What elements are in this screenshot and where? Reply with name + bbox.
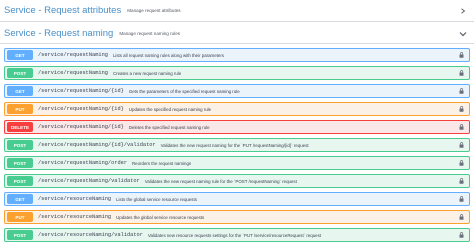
operation-path[interactable]: /service/requestNaming xyxy=(38,70,108,76)
method-badge: POST xyxy=(7,158,33,168)
method-badge: DELETE xyxy=(7,122,33,132)
method-badge: GET xyxy=(7,50,33,60)
operation-summary: Validates the new request naming for the… xyxy=(160,142,309,148)
operation-row[interactable]: POST /service/requestNaming Creates a ne… xyxy=(4,66,470,80)
operation-row[interactable]: GET /service/requestNaming/{id} Gets the… xyxy=(4,84,470,98)
operation-summary: Updates the global service resource requ… xyxy=(116,214,205,220)
operation-row[interactable]: GET /service/requestNaming Lists all req… xyxy=(4,48,470,62)
lock-icon[interactable] xyxy=(459,142,464,148)
operation-summary: Deletes the specified request naming rul… xyxy=(128,124,210,130)
method-badge: POST xyxy=(7,230,33,240)
operation-row[interactable]: GET /service/resourceNaming Lists the gl… xyxy=(4,192,470,206)
lock-icon[interactable] xyxy=(459,196,464,202)
method-badge: GET xyxy=(7,86,33,96)
lock-icon[interactable] xyxy=(459,232,464,238)
method-badge: POST xyxy=(7,176,33,186)
lock-icon[interactable] xyxy=(459,160,464,166)
operation-summary: Reorders the request namings xyxy=(132,160,192,166)
operation-path[interactable]: /service/resourceNaming xyxy=(38,214,111,220)
operation-path[interactable]: /service/requestNaming/{id} xyxy=(38,88,124,94)
operation-row[interactable]: POST /service/resourceNaming/validator V… xyxy=(4,228,470,242)
section-request-naming[interactable]: Service - Request naming Manage request … xyxy=(0,24,474,44)
method-badge: POST xyxy=(7,140,33,150)
lock-icon[interactable] xyxy=(459,124,464,130)
lock-icon[interactable] xyxy=(459,70,464,76)
operation-summary: Validates new resource requests settings… xyxy=(147,232,322,238)
operation-path[interactable]: /service/requestNaming/validator xyxy=(38,178,140,184)
operation-summary: Lists the global service resource reques… xyxy=(116,196,197,202)
operation-row[interactable]: PUT /service/resourceNaming Updates the … xyxy=(4,210,470,224)
section-description: Manage request attributes xyxy=(127,8,181,13)
method-badge: POST xyxy=(7,68,33,78)
method-badge: GET xyxy=(7,194,33,204)
chevron-down-icon[interactable] xyxy=(459,31,467,37)
lock-icon[interactable] xyxy=(459,88,464,94)
section-description: Manage request naming rules xyxy=(119,31,181,36)
operation-path[interactable]: /service/resourceNaming/validator xyxy=(38,232,143,238)
method-badge: PUT xyxy=(7,104,33,114)
operation-path[interactable]: /service/resourceNaming xyxy=(38,196,111,202)
operations-list: GET /service/requestNaming Lists all req… xyxy=(0,48,474,242)
operation-summary: Creates a new request naming rule xyxy=(112,70,182,76)
operation-path[interactable]: /service/requestNaming xyxy=(38,52,108,58)
operation-row[interactable]: DELETE /service/requestNaming/{id} Delet… xyxy=(4,120,470,134)
method-badge: PUT xyxy=(7,212,33,222)
lock-icon[interactable] xyxy=(459,106,464,112)
lock-icon[interactable] xyxy=(459,214,464,220)
chevron-right-icon[interactable] xyxy=(459,7,467,14)
section-request-attributes[interactable]: Service - Request attributes Manage requ… xyxy=(0,0,474,22)
operation-path[interactable]: /service/requestNaming/{id} xyxy=(38,124,124,130)
operation-row[interactable]: POST /service/requestNaming/{id}/validat… xyxy=(4,138,470,152)
lock-icon[interactable] xyxy=(459,52,464,58)
operation-row[interactable]: PUT /service/requestNaming/{id} Updates … xyxy=(4,102,470,116)
operation-row[interactable]: POST /service/requestNaming/order Reorde… xyxy=(4,156,470,170)
operation-summary: Updates the specified request naming rul… xyxy=(128,106,212,112)
operation-path[interactable]: /service/requestNaming/{id}/validator xyxy=(38,142,156,148)
operation-path[interactable]: /service/requestNaming/order xyxy=(38,160,127,166)
operation-path[interactable]: /service/requestNaming/{id} xyxy=(38,106,124,112)
operation-summary: Lists all request naming rules along wit… xyxy=(112,52,224,58)
lock-icon[interactable] xyxy=(459,178,464,184)
operation-summary: Gets the parameters of the specified req… xyxy=(128,88,240,94)
section-title[interactable]: Service - Request naming xyxy=(4,28,113,39)
section-title[interactable]: Service - Request attributes xyxy=(4,5,121,16)
operation-summary: Validates the new request naming rule fo… xyxy=(144,178,297,184)
operation-row[interactable]: POST /service/requestNaming/validator Va… xyxy=(4,174,470,188)
